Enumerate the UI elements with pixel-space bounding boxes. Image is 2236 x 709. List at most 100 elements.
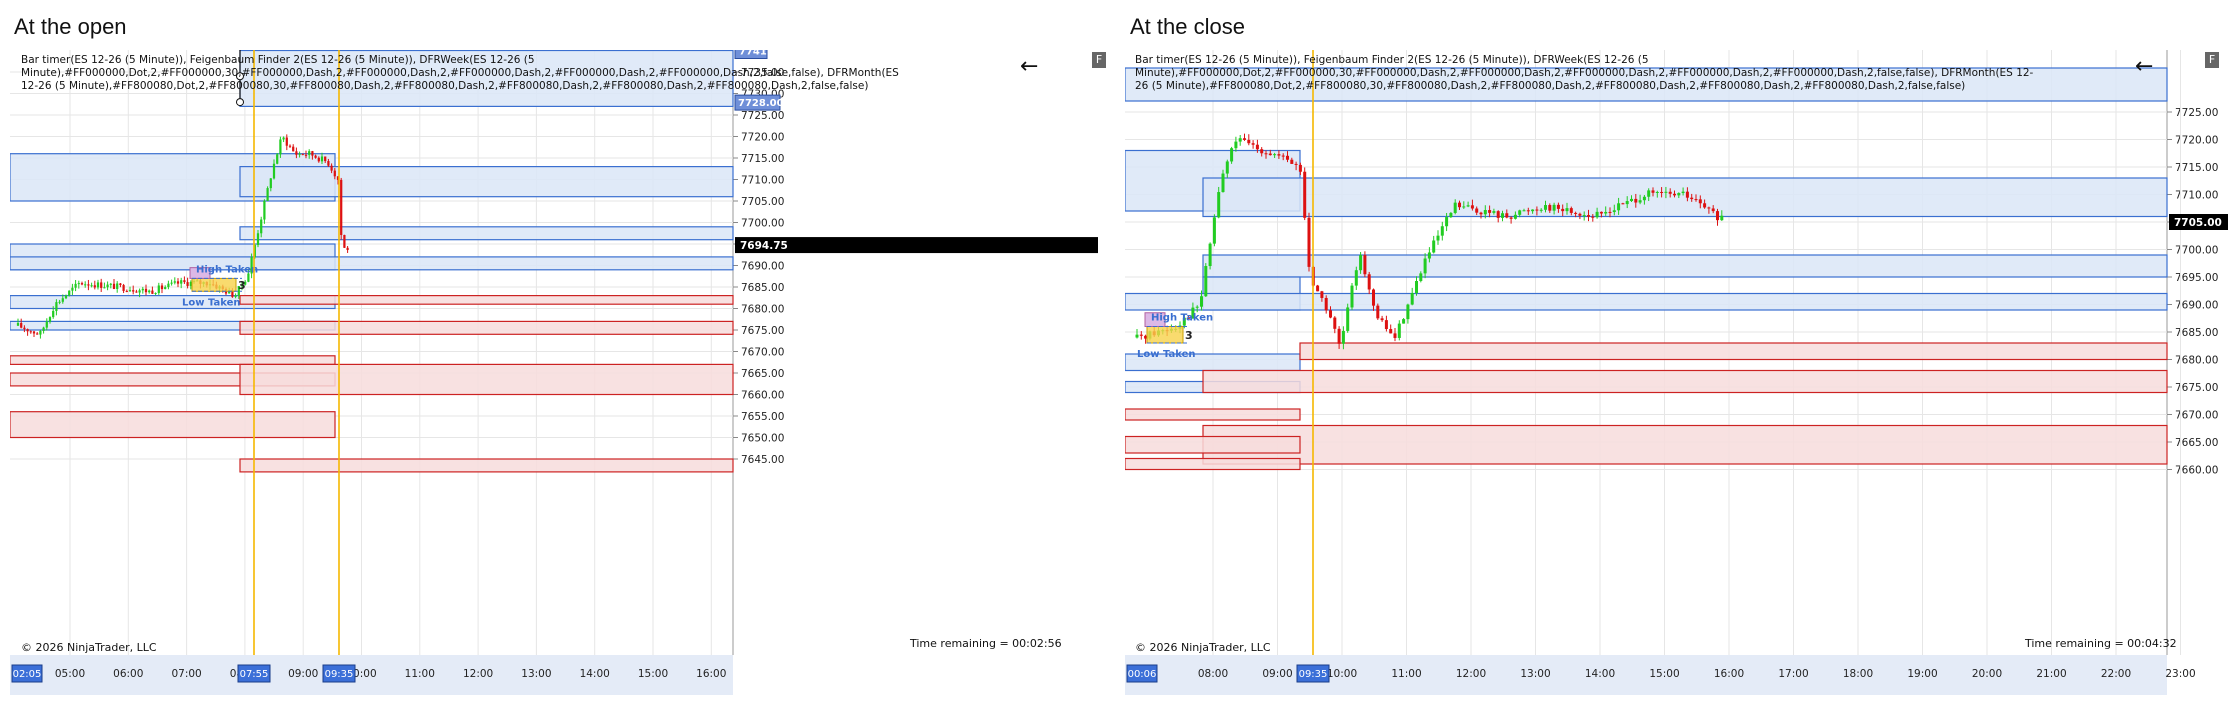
supply-zone [1202,369,2168,394]
demand-zone [10,256,734,271]
candle-body [260,219,263,234]
plot-background [10,50,733,655]
price-tick-label: 7655.00 [741,411,784,423]
candle-body [164,287,167,290]
candle-body [68,290,71,296]
candle-body [1595,211,1599,218]
time-tick-label: 09:00 [288,668,318,680]
candle-body [77,283,80,285]
left-f-button[interactable]: F [1092,52,1106,68]
candle-body [1535,209,1539,211]
candle-body [1703,203,1707,208]
feigenbaum-box [191,277,237,292]
candle-body [1694,199,1698,201]
candle-body [125,290,128,292]
candle-body [320,156,324,162]
candle-body [1672,193,1677,196]
right-f-button[interactable]: F [2205,52,2219,68]
candle-body [26,329,29,332]
candle-body [20,323,23,328]
candle-body [1423,258,1427,274]
right-chart-canvas[interactable]: 7725.00 7720.00 7715.00 7710.00 7705.00 7700.… [1125,50,2230,695]
candle-body [61,298,64,302]
candle-body [1621,203,1625,205]
right-back-arrow-icon[interactable]: ← [2135,54,2153,79]
time-tick-label: 14:00 [1585,668,1615,680]
candle-body [298,153,301,155]
price-tick-label: 7725.00 [2175,107,2218,119]
candle-body [308,151,311,155]
time-tick-label: 13:00 [1520,668,1550,680]
candle-body [1199,296,1204,307]
time-tick-label: 07:00 [171,668,201,680]
candle-body [276,154,279,164]
candle-body [1242,138,1247,140]
candle-body [1212,217,1216,244]
price-tick-label: 7645.00 [741,454,784,466]
candle-body [141,288,144,291]
candle-body [36,333,39,335]
candle-body [1393,333,1397,338]
candle-body [1660,191,1664,193]
candle-body [1582,215,1586,217]
time-tick-label: 11:00 [405,668,435,680]
candle-body [148,290,151,293]
candle-body [1509,217,1513,219]
time-tick-label: 05:00 [55,668,85,680]
candle-body [1389,329,1393,334]
candle-body [1346,307,1350,331]
candle-body [55,302,58,311]
candle-body [1711,208,1715,212]
candle-body [1629,198,1634,202]
candle-body [1552,204,1556,211]
candle-body [1225,161,1229,174]
price-tick-label: 7650.00 [741,433,784,445]
candle-body [1664,191,1668,193]
candle-body [1569,208,1573,213]
time-tick-label: 08:00 [1198,668,1228,680]
left-chart[interactable]: 7735.00 7730.00 7725.00 7720.00 7715.00 7710.… [10,50,1106,695]
candle-body [1208,243,1212,267]
price-tick-label: 7715.00 [741,153,784,165]
candle-body [100,282,103,288]
candle-body [64,295,68,299]
price-tick-label: 7715.00 [2175,162,2218,174]
candle-body [1483,210,1487,215]
candle-body [314,155,317,158]
candle-body [1341,330,1345,344]
candle-body [1397,323,1401,338]
time-tick-label: 22:00 [2101,668,2131,680]
candle-body [1221,173,1225,193]
candle-body [1337,328,1341,344]
candle-body [1565,208,1569,212]
supply-zone [1202,424,2168,465]
candle-body [1350,285,1354,308]
candle-body [292,146,295,152]
candle-body [71,287,74,291]
price-tick-label: 7705.00 [741,196,784,208]
candle-body [311,151,314,156]
price-axis-background [733,50,1100,695]
candle-body [1591,216,1595,218]
left-indicator-legend: Bar timer(ES 12-26 (5 Minute)), Feigenba… [21,54,903,92]
candle-body [186,282,189,286]
candle-body [1320,291,1324,298]
right-chart[interactable]: 7725.00 7720.00 7715.00 7710.00 7705.00 7700.… [1125,50,2230,695]
candle-body [1526,210,1530,212]
candle-body [1298,164,1302,172]
candle-body [1715,211,1720,221]
candle-body [266,188,269,201]
candle-body [288,145,292,147]
left-back-arrow-icon[interactable]: ← [1020,54,1038,79]
candle-body [151,290,154,294]
candle-body [1612,210,1616,213]
candle-body [1354,270,1358,286]
candle-body [173,281,176,283]
candle-body [96,282,100,288]
candle-body [272,163,276,179]
left-panel-title: At the open [14,14,127,39]
left-chart-canvas[interactable]: 7735.007730.007725.007720.007715.007710.… [10,50,1100,695]
time-tick-label: 12:00 [1456,668,1486,680]
candle-body [1655,191,1659,193]
candle-body [1642,196,1646,201]
